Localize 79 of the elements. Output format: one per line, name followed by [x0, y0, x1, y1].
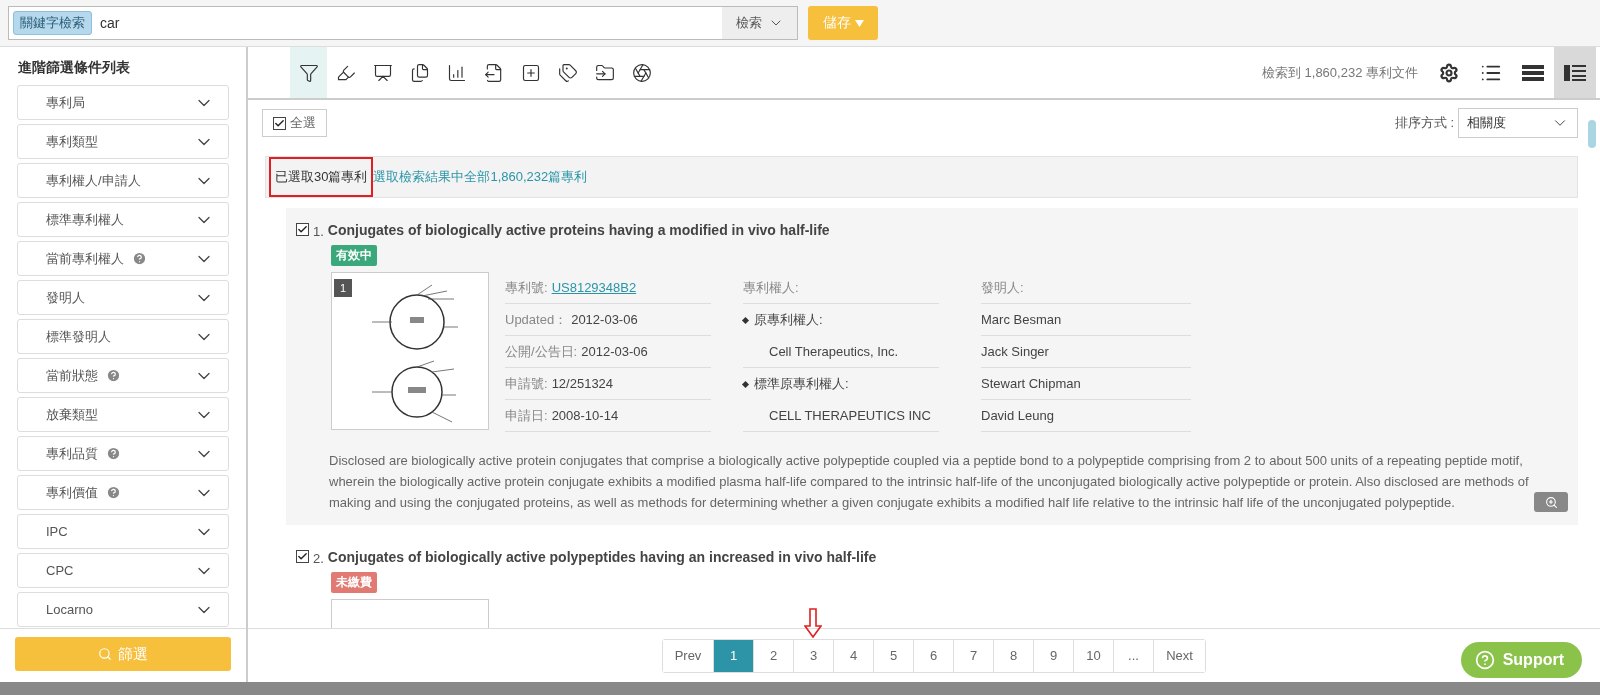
zoom-button[interactable]: [1534, 492, 1568, 512]
filter-item[interactable]: 專利品質: [17, 436, 229, 471]
bullet-icon: [741, 380, 750, 388]
field-label: 申請日:: [505, 406, 548, 425]
owner-label: 原專利權人:: [754, 311, 823, 329]
view-button[interactable]: [1554, 47, 1596, 98]
abstract-text: Disclosed are biologically active protein conjugates that comprise a biologically active polypeptide coupled via a peptide bond to a polypeptide comprising from 2 to about 500 units of a repeating peptide motif, wherein the biologically active protein conjugate exhibits a modified plasma half-life compared to the intrinsic half-life of the unconjugated biologically active polypeptide or protein. Also disclosed are methods of making and using the conjugated proteins, as well as methods for determining whether a given conjugate exhibits a modified half life relative to the intrinsic half life of the unconjugated polypeptide.: [329, 452, 1530, 512]
settings-icon: [1439, 62, 1459, 83]
field-value: 2008-10-14: [551, 408, 619, 423]
select-all-checkbox[interactable]: 全選: [262, 109, 327, 137]
filter-item[interactable]: 專利權人/申請人: [17, 163, 229, 198]
owner-name: Cell Therapeutics, Inc.: [769, 344, 899, 359]
owner-label: 標準原專利權人:: [754, 375, 849, 393]
page-button[interactable]: 1: [714, 639, 753, 672]
filter-item[interactable]: 當前專利權人: [17, 241, 229, 276]
filter-item[interactable]: 當前狀態: [17, 358, 229, 393]
field-value: 2012-03-06: [581, 344, 648, 359]
status-badge: 有效中: [331, 245, 377, 266]
filter-item[interactable]: 專利價值: [17, 475, 229, 510]
aperture-icon: [631, 62, 652, 83]
inventor-name: Jack Singer: [981, 344, 1049, 359]
filter-item[interactable]: 標準專利權人: [17, 202, 229, 237]
filter-item[interactable]: IPC: [17, 514, 229, 549]
sort-label: 排序方式 :: [1394, 114, 1454, 132]
bar-chart-icon: [446, 62, 467, 83]
selected-count: 已選取30篇專利: [269, 157, 374, 197]
search-box[interactable]: 關鍵字檢索 car 檢索: [8, 6, 798, 40]
result-title[interactable]: Conjugates of biologically active polypeptides having an increased in vivo half-life: [327, 548, 877, 565]
checkbox[interactable]: [296, 550, 309, 563]
checkbox[interactable]: [296, 223, 309, 236]
result-title[interactable]: Conjugates of biologically active proteins having a modified in vivo half-life: [327, 221, 830, 238]
checkbox[interactable]: [273, 116, 286, 130]
help-icon: [1474, 650, 1495, 670]
filter-item[interactable]: 專利類型: [17, 124, 229, 159]
thumbnail-frame[interactable]: 1: [331, 272, 489, 430]
scrollbar-thumb[interactable]: [1588, 120, 1596, 148]
field-value: 2012-03-06: [571, 312, 638, 327]
filter-item[interactable]: 專利局: [17, 85, 229, 120]
caret-icon: [854, 19, 864, 27]
bullet-icon: [741, 316, 750, 324]
result-number: 2.: [313, 551, 324, 566]
field-label: 專利號:: [505, 278, 548, 297]
plus-icon: [520, 62, 541, 83]
folder-icon: [594, 62, 615, 83]
image-index: 1: [334, 279, 352, 297]
next-button[interactable]: Next: [1153, 639, 1205, 672]
result-number: 1.: [313, 224, 324, 239]
sort-dropdown[interactable]: 相關度: [1458, 108, 1578, 138]
inventor-name: Stewart Chipman: [981, 376, 1081, 391]
inventors-heading: 發明人:: [981, 278, 1024, 297]
filter-item[interactable]: 標準發明人: [17, 319, 229, 354]
sidebar-title: 進階篩選條件列表: [17, 58, 131, 77]
search-icon: [98, 647, 112, 661]
inventor-name: Marc Besman: [981, 312, 1062, 327]
filter-item[interactable]: Locarno: [17, 592, 229, 627]
result-count: 檢索到 1,860,232 專利文件: [1261, 63, 1418, 82]
toolbar-button[interactable]: [290, 47, 327, 98]
filter-item[interactable]: CPC: [17, 553, 229, 588]
field-label: Updated：: [505, 310, 568, 329]
owners-heading: 專利權人:: [743, 278, 799, 297]
export-icon: [483, 62, 504, 83]
field-label: 公開/公告日:: [505, 342, 578, 361]
field-label: 申請號:: [505, 374, 548, 393]
field-value: 12/251324: [551, 376, 614, 391]
rows-icon: [1522, 63, 1544, 82]
tags-icon: [557, 62, 578, 83]
search-button[interactable]: 檢索: [722, 7, 797, 39]
zoom-in-icon: [1544, 495, 1558, 509]
search-type-tag[interactable]: 關鍵字檢索: [13, 11, 92, 35]
filter-icon: [298, 62, 319, 83]
status-badge: 未繳費: [331, 572, 377, 593]
detail-list-icon: [1564, 63, 1586, 82]
filter-item[interactable]: 放棄類型: [17, 397, 229, 432]
search-field[interactable]: car: [92, 15, 722, 31]
monitor-icon: [372, 62, 393, 83]
owner-name: CELL THERAPEUTICS INC: [769, 408, 931, 423]
documents-icon: [409, 62, 430, 83]
inventor-name: David Leung: [981, 408, 1054, 423]
filter-item[interactable]: 發明人: [17, 280, 229, 315]
